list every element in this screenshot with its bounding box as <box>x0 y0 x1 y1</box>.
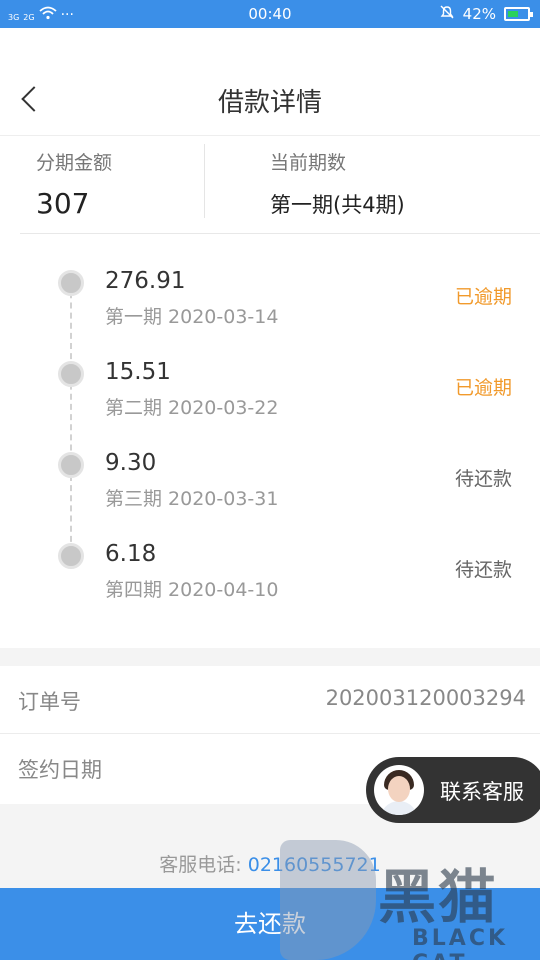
timeline-dot <box>58 543 84 569</box>
order-number-label: 订单号 <box>18 690 81 714</box>
installment-status: 已逾期 <box>454 377 512 399</box>
current-period-label: 当前期数 <box>270 152 347 174</box>
current-period-value: 第一期(共4期) <box>270 193 405 217</box>
installment-item: 15.51 第二期 2020-03-22 已逾期 <box>0 339 540 419</box>
installment-amount: 276.91 <box>105 268 186 294</box>
cat-logo-icon <box>280 840 376 960</box>
sign-date-label: 签约日期 <box>18 758 102 782</box>
installment-status: 待还款 <box>454 468 512 490</box>
order-number-row: 订单号 202003120003294 <box>0 666 540 734</box>
installment-amount-value: 307 <box>36 187 90 220</box>
contact-service-button[interactable]: 联系客服 <box>366 757 540 823</box>
installment-date: 第三期 2020-03-31 <box>105 488 279 510</box>
installment-amount: 6.18 <box>105 541 157 567</box>
installment-status: 待还款 <box>454 559 512 581</box>
service-agent-avatar <box>374 765 424 815</box>
battery-icon <box>504 7 533 21</box>
section-gap <box>0 648 540 666</box>
watermark-cn: 黑猫 <box>378 863 499 931</box>
black-cat-watermark: 黑猫 BLACK CAT <box>280 840 540 960</box>
service-phone-label: 客服电话: <box>159 854 242 876</box>
installment-item: 6.18 第四期 2020-04-10 待还款 <box>0 521 540 601</box>
timeline-dot <box>58 270 84 296</box>
summary-divider <box>204 144 205 218</box>
installment-amount-block: 分期金额 307 <box>36 148 112 220</box>
installment-amount: 9.30 <box>105 450 157 476</box>
installment-date: 第四期 2020-04-10 <box>105 579 279 601</box>
installment-amount: 15.51 <box>105 359 171 385</box>
loan-summary: 分期金额 307 当前期数 第一期(共4期) <box>0 136 540 234</box>
timeline-dot <box>58 452 84 478</box>
status-right: 42% <box>439 4 533 24</box>
installment-item: 276.91 第一期 2020-03-14 已逾期 <box>0 248 540 328</box>
installment-status: 已逾期 <box>454 286 512 308</box>
battery-percent: 42% <box>462 5 496 23</box>
page-title: 借款详情 <box>217 88 322 118</box>
timeline-dot <box>58 361 84 387</box>
order-number-value: 202003120003294 <box>325 686 526 710</box>
installment-amount-label: 分期金额 <box>36 152 113 174</box>
nav-bar: 借款详情 <box>0 28 540 136</box>
installment-item: 9.30 第三期 2020-03-31 待还款 <box>0 430 540 510</box>
mute-bell-icon <box>439 4 455 24</box>
contact-service-label: 联系客服 <box>440 780 524 804</box>
current-period-block: 当前期数 第一期(共4期) <box>270 148 405 219</box>
status-bar: 3G 2G ··· 00:40 42% <box>0 0 540 28</box>
installment-date: 第二期 2020-03-22 <box>105 397 279 419</box>
watermark-en: BLACK CAT <box>412 926 509 960</box>
installment-timeline: 276.91 第一期 2020-03-14 已逾期 15.51 第二期 2020… <box>0 234 540 648</box>
installment-date: 第一期 2020-03-14 <box>105 306 279 328</box>
